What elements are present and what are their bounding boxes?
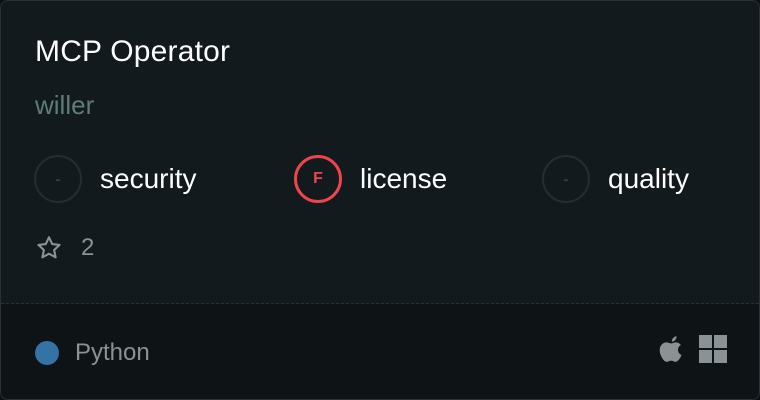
windows-icon xyxy=(699,335,727,363)
language-color-dot xyxy=(35,341,59,365)
author-name[interactable]: willer xyxy=(35,90,94,121)
card-body: MCP Operator willer - security F license… xyxy=(1,1,759,303)
server-title[interactable]: MCP Operator xyxy=(35,35,230,69)
license-score[interactable]: F license xyxy=(294,155,447,203)
star-count[interactable]: 2 xyxy=(35,234,94,262)
apple-icon xyxy=(659,335,685,363)
language-indicator: Python xyxy=(35,339,150,367)
platform-icons xyxy=(659,335,727,363)
security-score[interactable]: - security xyxy=(34,155,196,203)
server-card[interactable]: MCP Operator willer - security F license… xyxy=(0,0,760,400)
license-label: license xyxy=(360,163,448,194)
card-footer: Python xyxy=(1,304,759,399)
language-name: Python xyxy=(75,339,150,366)
star-outline-icon xyxy=(35,234,63,262)
quality-score[interactable]: - quality xyxy=(542,155,689,203)
license-grade-badge: F xyxy=(294,155,342,203)
star-count-value: 2 xyxy=(81,234,95,261)
quality-grade-badge: - xyxy=(542,155,590,203)
security-label: security xyxy=(100,163,197,194)
security-grade-badge: - xyxy=(34,155,82,203)
quality-label: quality xyxy=(608,163,689,194)
